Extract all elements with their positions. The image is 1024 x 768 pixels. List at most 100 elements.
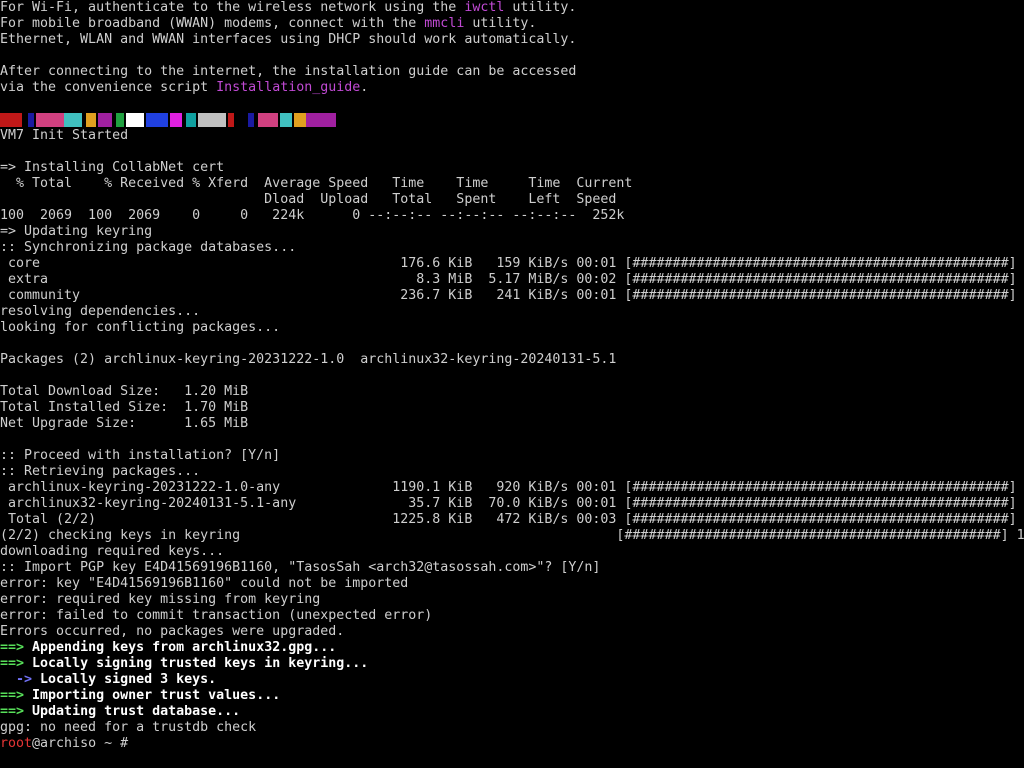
shell-prompt-line[interactable]: root@archiso ~ # — [0, 736, 1024, 752]
terminal-text-segment: . — [360, 80, 369, 95]
framebuffer-glitch-bar — [0, 112, 1024, 128]
terminal-line: downloading required keys... — [0, 544, 1024, 560]
terminal-text-segment: Total Installed Size: 1.70 MiB — [0, 400, 249, 415]
terminal-text-segment: Dload Upload Total Spent Left Speed — [0, 192, 617, 207]
glitch-block — [126, 113, 144, 127]
terminal-text-segment: Net Upgrade Size: 1.65 MiB — [0, 416, 249, 431]
terminal-line: -> Locally signed 3 keys. — [0, 672, 1024, 688]
terminal-text-segment: :: Proceed with installation? [Y/n] — [0, 448, 281, 463]
terminal-line: gpg: no need for a trustdb check — [0, 720, 1024, 736]
terminal-line: :: Synchronizing package databases... — [0, 240, 1024, 256]
terminal-line: (2/2) checking keys in keyring [########… — [0, 528, 1024, 544]
terminal-line: After connecting to the internet, the in… — [0, 64, 1024, 80]
terminal-text-segment: -> — [0, 672, 33, 687]
terminal-text-segment: Packages (2) archlinux-keyring-20231222-… — [0, 352, 617, 367]
terminal-line: % Total % Received % Xferd Average Speed… — [0, 176, 1024, 192]
terminal-text-segment: ==> — [0, 656, 25, 671]
terminal-line: Dload Upload Total Spent Left Speed — [0, 192, 1024, 208]
glitch-block — [86, 113, 96, 127]
terminal-line: ==> Importing owner trust values... — [0, 688, 1024, 704]
terminal-line: via the convenience script Installation_… — [0, 80, 1024, 96]
terminal-text-segment: error: key "E4D41569196B1160" could not … — [0, 576, 409, 591]
terminal-line: VM7 Init Started — [0, 128, 1024, 144]
terminal-text-segment: archlinux-keyring-20231222-1.0-any 1190.… — [0, 480, 1024, 495]
terminal-line: For mobile broadband (WWAN) modems, conn… — [0, 16, 1024, 32]
terminal-text-segment: Errors occurred, no packages were upgrad… — [0, 624, 345, 639]
terminal-line: archlinux32-keyring-20240131-5.1-any 35.… — [0, 496, 1024, 512]
terminal-text-segment: mmcli — [424, 16, 465, 31]
terminal-text-segment: extra 8.3 MiB 5.17 MiB/s 00:02 [########… — [0, 272, 1024, 287]
terminal-text-segment: resolving dependencies... — [0, 304, 201, 319]
glitch-block — [306, 113, 336, 127]
terminal-text-segment: community 236.7 KiB 241 KiB/s 00:01 [###… — [0, 288, 1024, 303]
terminal-text-segment: error: failed to commit transaction (une… — [0, 608, 433, 623]
terminal-line: error: failed to commit transaction (une… — [0, 608, 1024, 624]
terminal-text-segment: Total Download Size: 1.20 MiB — [0, 384, 249, 399]
terminal-text-segment: 100 2069 100 2069 0 0 224k 0 --:--:-- --… — [0, 208, 625, 223]
terminal-text-segment: For Wi-Fi, authenticate to the wireless … — [0, 0, 465, 15]
terminal-line: error: required key missing from keyring — [0, 592, 1024, 608]
terminal-text-segment: Locally signing trusted keys in keyring.… — [24, 656, 369, 671]
glitch-block — [146, 113, 168, 127]
terminal-line: :: Proceed with installation? [Y/n] — [0, 448, 1024, 464]
terminal-line: 100 2069 100 2069 0 0 224k 0 --:--:-- --… — [0, 208, 1024, 224]
glitch-block — [294, 113, 306, 127]
terminal-window[interactable]: For Wi-Fi, authenticate to the wireless … — [0, 0, 1024, 768]
terminal-text-segment: Total (2/2) 1225.8 KiB 472 KiB/s 00:03 [… — [0, 512, 1024, 527]
terminal-text-segment: ==> — [0, 640, 25, 655]
terminal-text-segment: Locally signed 3 keys. — [32, 672, 217, 687]
terminal-text-segment: downloading required keys... — [0, 544, 225, 559]
terminal-line: core 176.6 KiB 159 KiB/s 00:01 [########… — [0, 256, 1024, 272]
terminal-text-segment: ==> — [0, 704, 25, 719]
glitch-block — [0, 113, 22, 127]
glitch-block — [280, 113, 292, 127]
terminal-line: error: key "E4D41569196B1160" could not … — [0, 576, 1024, 592]
glitch-block — [186, 113, 196, 127]
glitch-block — [170, 113, 182, 127]
text-cursor — [136, 736, 144, 750]
terminal-line: Total (2/2) 1225.8 KiB 472 KiB/s 00:03 [… — [0, 512, 1024, 528]
glitch-block — [248, 113, 254, 127]
terminal-text-segment: gpg: no need for a trustdb check — [0, 720, 257, 735]
terminal-text-segment: archlinux32-keyring-20240131-5.1-any 35.… — [0, 496, 1024, 511]
terminal-line: For Wi-Fi, authenticate to the wireless … — [0, 0, 1024, 16]
glitch-block — [116, 113, 124, 127]
terminal-line: Total Download Size: 1.20 MiB — [0, 384, 1024, 400]
terminal-text-segment: Appending keys from archlinux32.gpg... — [24, 640, 337, 655]
terminal-line: :: Retrieving packages... — [0, 464, 1024, 480]
terminal-line: ==> Locally signing trusted keys in keyr… — [0, 656, 1024, 672]
terminal-text-segment: (2/2) checking keys in keyring [########… — [0, 528, 1024, 543]
terminal-text-segment: utility. — [464, 16, 537, 31]
terminal-text-segment: error: required key missing from keyring — [0, 592, 321, 607]
terminal-text-segment: Updating trust database... — [24, 704, 241, 719]
terminal-text-segment: After connecting to the internet, the in… — [0, 64, 577, 79]
terminal-text-segment: iwctl — [464, 0, 505, 15]
glitch-block — [64, 113, 82, 127]
terminal-text-segment: via the convenience script — [0, 80, 217, 95]
terminal-text-segment: % Total % Received % Xferd Average Speed… — [0, 176, 633, 191]
terminal-text-segment: looking for conflicting packages... — [0, 320, 281, 335]
terminal-text-segment: :: Retrieving packages... — [0, 464, 201, 479]
terminal-text-segment: Importing owner trust values... — [24, 688, 281, 703]
terminal-line: Net Upgrade Size: 1.65 MiB — [0, 416, 1024, 432]
glitch-block — [98, 113, 112, 127]
terminal-text-segment: VM7 Init Started — [0, 128, 129, 143]
terminal-text-segment: => Updating keyring — [0, 224, 153, 239]
terminal-line: ==> Appending keys from archlinux32.gpg.… — [0, 640, 1024, 656]
terminal-line: Ethernet, WLAN and WWAN interfaces using… — [0, 32, 1024, 48]
terminal-line: ==> Updating trust database... — [0, 704, 1024, 720]
glitch-block — [228, 113, 234, 127]
glitch-block — [198, 113, 226, 127]
glitch-block — [28, 113, 34, 127]
terminal-text-segment: :: Import PGP key E4D41569196B1160, "Tas… — [0, 560, 601, 575]
terminal-line: Total Installed Size: 1.70 MiB — [0, 400, 1024, 416]
terminal-text-segment: Ethernet, WLAN and WWAN interfaces using… — [0, 32, 577, 47]
terminal-line: Errors occurred, no packages were upgrad… — [0, 624, 1024, 640]
terminal-text-segment: @archiso ~ # — [32, 736, 137, 751]
terminal-text-segment: ==> — [0, 688, 25, 703]
